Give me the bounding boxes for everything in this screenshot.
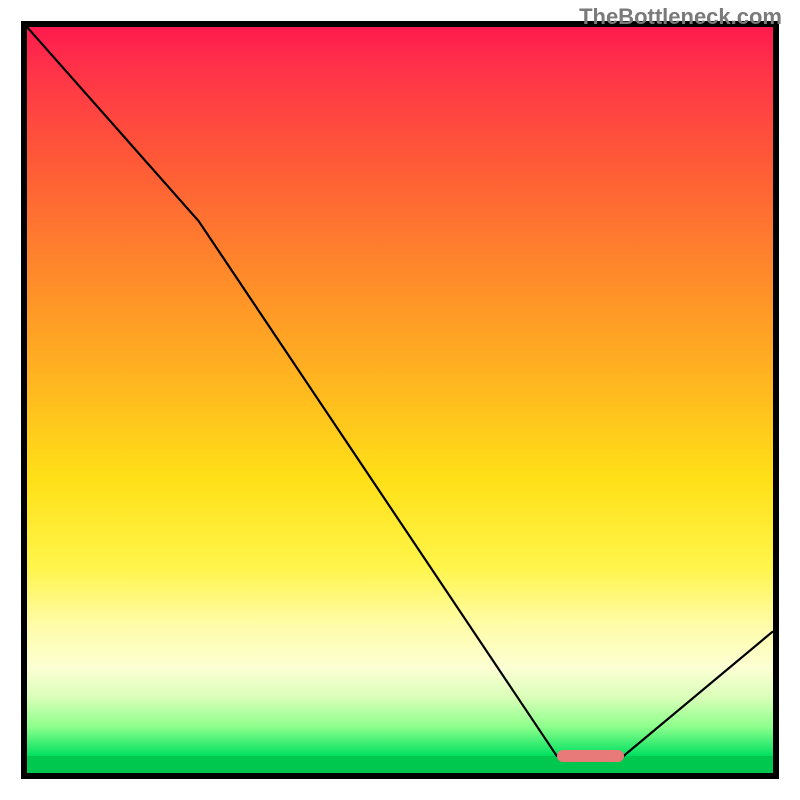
watermark-text: TheBottleneck.com [579, 4, 782, 30]
chart-frame [21, 21, 779, 779]
plot-area [27, 27, 773, 773]
optimum-range-marker [557, 750, 624, 762]
curve-path [27, 27, 773, 756]
bottleneck-curve [27, 27, 773, 773]
